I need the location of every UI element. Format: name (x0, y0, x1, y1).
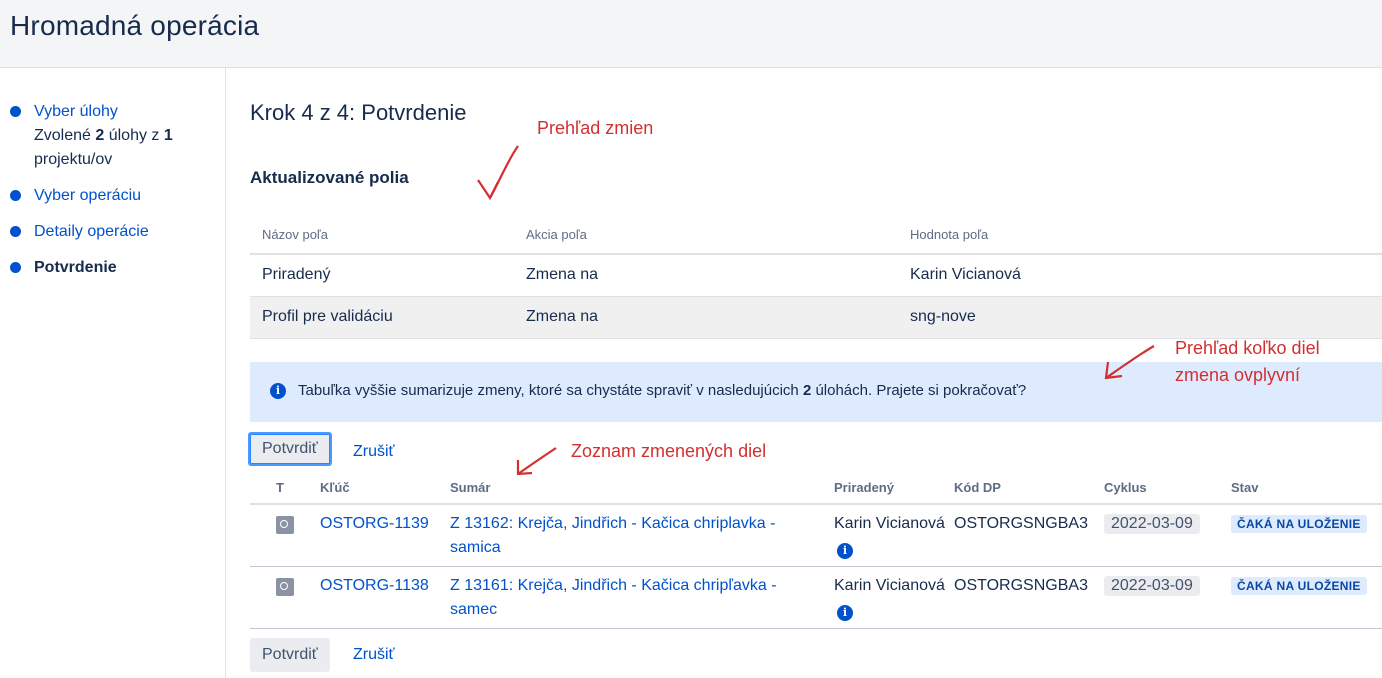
info-text: Tabuľka vyššie sumarizuje zmeny, ktoré s… (298, 382, 1027, 399)
issue-key-link[interactable]: OSTORG-1139 (320, 515, 429, 532)
column-header: Kľúč (320, 472, 450, 505)
field-name: Priradený (250, 254, 514, 297)
table-row: Profil pre validáciu Zmena na sng-nove (250, 296, 1382, 339)
table-row: OSTORG-1138 Z 13161: Krejča, Jindřich - … (250, 566, 1382, 629)
info-icon[interactable]: i (837, 605, 853, 621)
annotation-arrow-icon (477, 145, 519, 201)
column-header: Sumár (450, 472, 834, 505)
info-icon[interactable]: i (837, 543, 853, 559)
confirm-button-top[interactable]: Potvrdiť (248, 432, 332, 466)
column-header: Priradený (834, 472, 954, 505)
column-header: Kód DP (954, 472, 1104, 505)
field-value: sng-nove (898, 296, 1382, 339)
column-header: T (250, 472, 320, 505)
status-badge: ČAKÁ NA ULOŽENIE (1231, 577, 1367, 595)
step-title: Krok 4 z 4: Potvrdenie (250, 100, 467, 125)
table-row: Priradený Zmena na Karin Vicianová (250, 254, 1382, 297)
step-dot-icon (10, 190, 21, 201)
issue-code: OSTORGSNGBA3 (954, 504, 1104, 567)
issue-summary-link[interactable]: Z 13162: Krejča, Jindřich - Kačica chrip… (450, 515, 775, 556)
step-label-current: Potvrdenie (34, 259, 117, 276)
cancel-button-bottom[interactable]: Zrušiť (353, 638, 395, 672)
annotation-arrow-icon (1104, 345, 1155, 380)
cancel-button-top[interactable]: Zrušiť (353, 435, 395, 469)
step-label[interactable]: Vyber úlohy (34, 102, 118, 122)
field-value: Karin Vicianová (898, 254, 1382, 297)
annotation-impact-line2: zmena ovplyvní (1175, 365, 1301, 385)
column-header: Hodnota poľa (898, 216, 1382, 255)
table-header-row: Názov poľa Akcia poľa Hodnota poľa (250, 216, 1382, 255)
step-dot-icon (10, 262, 21, 273)
page-header: Hromadná operácia (0, 0, 1382, 68)
step-dot-icon (10, 226, 21, 237)
step-description: Zvolené 2 úlohy z 1 projektu/ov (34, 127, 173, 168)
confirm-button-bottom[interactable]: Potvrdiť (250, 638, 330, 672)
annotation-changes: Prehľad zmien (537, 118, 654, 138)
issue-assignee: Karin Vicianová (834, 515, 945, 532)
column-header: Cyklus (1104, 472, 1231, 505)
annotation-list: Zoznam zmenených diel (571, 441, 767, 461)
issue-code: OSTORGSNGBA3 (954, 566, 1104, 629)
updated-fields-title: Aktualizované polia (250, 168, 409, 187)
steps-sidebar: Vyber úlohy Zvolené 2 úlohy z 1 projektu… (0, 68, 226, 678)
column-header: Akcia poľa (514, 216, 898, 255)
status-badge: ČAKÁ NA ULOŽENIE (1231, 515, 1367, 533)
annotation-impact-line1: Prehľad koľko diel (1175, 338, 1320, 358)
updated-fields-table: Názov poľa Akcia poľa Hodnota poľa Prira… (250, 216, 1382, 339)
step-label[interactable]: Detaily operácie (34, 222, 149, 242)
page-title: Hromadná operácia (10, 10, 260, 41)
info-icon: i (270, 383, 286, 399)
cycle-date: 2022-03-09 (1104, 514, 1200, 534)
step-dot-icon (10, 106, 21, 117)
issue-type-icon (276, 578, 294, 596)
table-header-row: T Kľúč Sumár Priradený Kód DP Cyklus Sta… (250, 472, 1382, 505)
issue-type-icon (276, 516, 294, 534)
annotation-arrow-icon (516, 447, 557, 476)
field-name: Profil pre validáciu (250, 296, 514, 339)
issue-key-link[interactable]: OSTORG-1138 (320, 577, 429, 594)
affected-issues-table: T Kľúč Sumár Priradený Kód DP Cyklus Sta… (250, 472, 1382, 629)
field-action: Zmena na (514, 254, 898, 297)
step-label[interactable]: Vyber operáciu (34, 186, 141, 206)
issue-summary-link[interactable]: Z 13161: Krejča, Jindřich - Kačica chrip… (450, 577, 777, 618)
column-header: Stav (1231, 472, 1382, 505)
column-header: Názov poľa (250, 216, 514, 255)
field-action: Zmena na (514, 296, 898, 339)
issue-assignee: Karin Vicianová (834, 577, 945, 594)
cycle-date: 2022-03-09 (1104, 576, 1200, 596)
table-row: OSTORG-1139 Z 13162: Krejča, Jindřich - … (250, 504, 1382, 567)
